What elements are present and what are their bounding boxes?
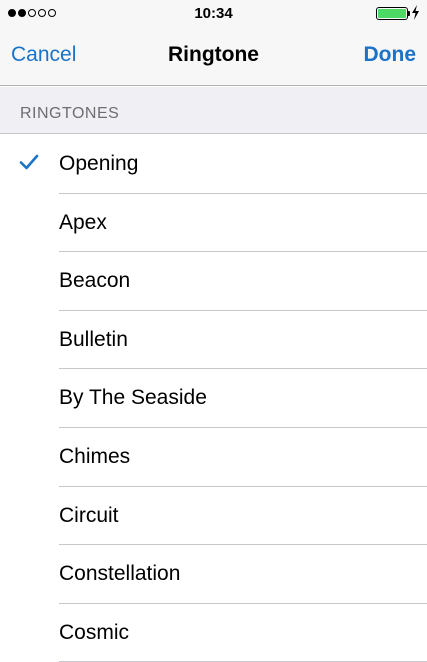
ringtone-row-cosmic[interactable]: Cosmic	[0, 604, 427, 662]
ringtone-row-constellation[interactable]: Constellation	[0, 545, 427, 604]
battery-level-fill	[378, 9, 406, 18]
status-time: 10:34	[194, 5, 233, 22]
ringtone-row-chimes[interactable]: Chimes	[0, 428, 427, 487]
ringtone-row-by-the-seaside[interactable]: By The Seaside	[0, 369, 427, 428]
lightning-bolt-icon	[411, 5, 420, 22]
ringtone-label: Cosmic	[59, 620, 130, 644]
section-header-label: RINGTONES	[20, 105, 120, 122]
ringtone-label: Bulletin	[59, 327, 128, 351]
ringtone-label: Apex	[59, 210, 107, 234]
ringtone-label: Circuit	[59, 503, 119, 527]
ringtone-label: Beacon	[59, 269, 131, 293]
status-bar: 10:34	[0, 0, 427, 28]
ringtone-row-circuit[interactable]: Circuit	[0, 487, 427, 546]
ringtone-row-apex[interactable]: Apex	[0, 194, 427, 253]
ringtone-row-beacon[interactable]: Beacon	[0, 252, 427, 311]
battery-cap	[408, 11, 410, 16]
ringtone-label: By The Seaside	[59, 386, 207, 410]
ringtone-row-bulletin[interactable]: Bulletin	[0, 311, 427, 370]
ringtone-label: Chimes	[59, 444, 131, 468]
ringtone-list: Opening Apex Beacon Bulletin By The Seas…	[0, 135, 427, 662]
ringtone-label: Opening	[59, 152, 139, 175]
top-bar: 10:34 Cancel Ringtone Done	[0, 0, 427, 86]
section-header: RINGTONES	[0, 87, 427, 134]
ringtone-row-opening[interactable]: Opening	[0, 135, 427, 194]
done-button[interactable]: Done	[364, 43, 417, 67]
ringtone-label: Constellation	[59, 562, 181, 586]
checkmark-icon	[19, 154, 39, 175]
battery-icon	[376, 7, 408, 20]
